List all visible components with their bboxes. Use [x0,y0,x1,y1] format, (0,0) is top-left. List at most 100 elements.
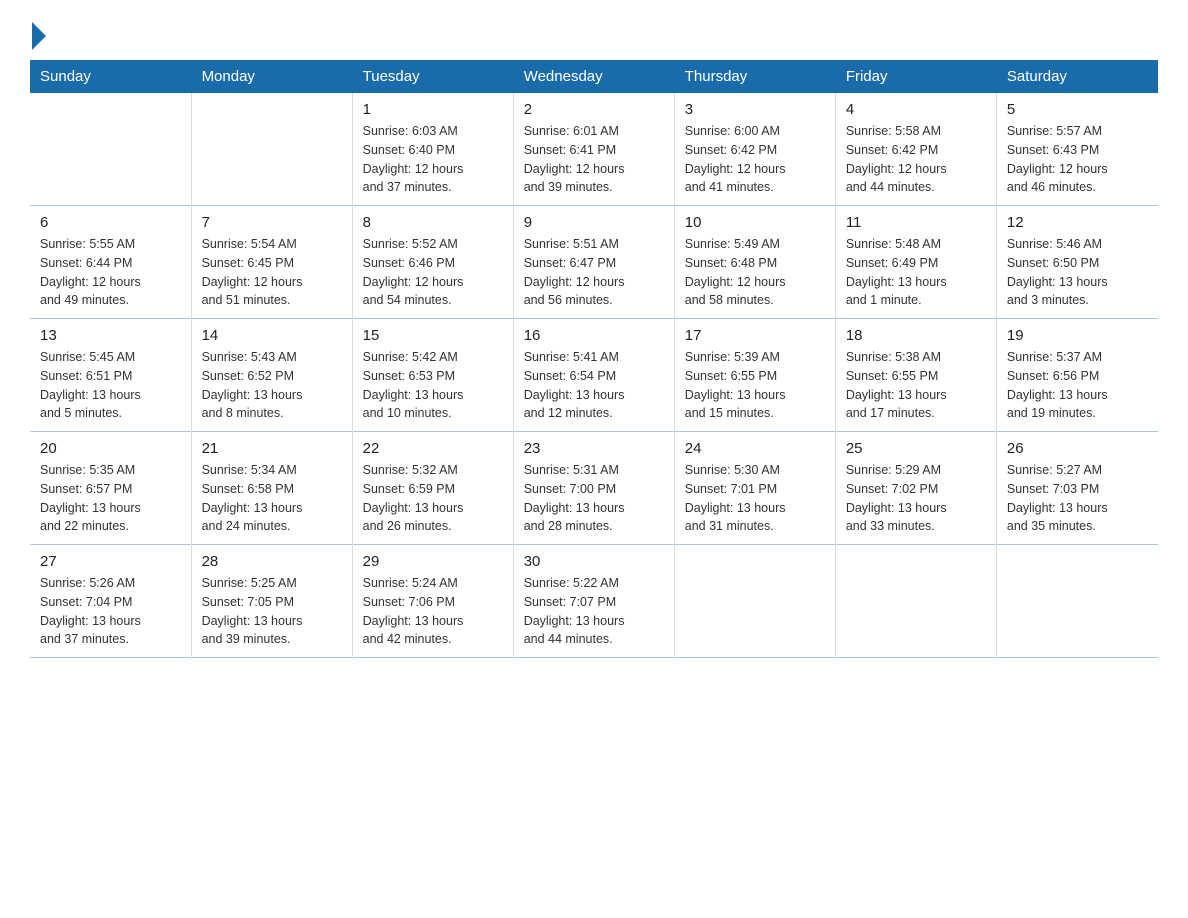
calendar-cell: 12 Sunrise: 5:46 AM Sunset: 6:50 PM Dayli… [996,206,1157,319]
day-number: 3 [685,101,825,118]
day-info: Sunrise: 5:22 AM Sunset: 7:07 PM Dayligh… [524,574,664,649]
calendar-cell: 4 Sunrise: 5:58 AM Sunset: 6:42 PM Daylig… [835,93,996,206]
day-info: Sunrise: 5:31 AM Sunset: 7:00 PM Dayligh… [524,461,664,536]
day-info: Sunrise: 5:24 AM Sunset: 7:06 PM Dayligh… [363,574,503,649]
day-info: Sunrise: 5:45 AM Sunset: 6:51 PM Dayligh… [40,348,181,423]
day-number: 12 [1007,214,1148,231]
day-number: 5 [1007,101,1148,118]
day-info: Sunrise: 6:01 AM Sunset: 6:41 PM Dayligh… [524,122,664,197]
day-number: 8 [363,214,503,231]
weekday-header-wednesday: Wednesday [513,60,674,93]
weekday-header-row: SundayMondayTuesdayWednesdayThursdayFrid… [30,60,1158,93]
day-number: 14 [202,327,342,344]
day-number: 19 [1007,327,1148,344]
day-number: 20 [40,440,181,457]
calendar-cell: 6 Sunrise: 5:55 AM Sunset: 6:44 PM Daylig… [30,206,191,319]
day-info: Sunrise: 5:25 AM Sunset: 7:05 PM Dayligh… [202,574,342,649]
calendar-cell [996,545,1157,658]
logo-triangle-icon [32,22,46,50]
day-info: Sunrise: 5:46 AM Sunset: 6:50 PM Dayligh… [1007,235,1148,310]
calendar-header: SundayMondayTuesdayWednesdayThursdayFrid… [30,60,1158,93]
day-info: Sunrise: 5:38 AM Sunset: 6:55 PM Dayligh… [846,348,986,423]
day-number: 4 [846,101,986,118]
day-number: 9 [524,214,664,231]
day-number: 23 [524,440,664,457]
day-info: Sunrise: 5:58 AM Sunset: 6:42 PM Dayligh… [846,122,986,197]
calendar-cell [835,545,996,658]
calendar-cell: 9 Sunrise: 5:51 AM Sunset: 6:47 PM Daylig… [513,206,674,319]
day-number: 29 [363,553,503,570]
day-number: 13 [40,327,181,344]
calendar-cell: 13 Sunrise: 5:45 AM Sunset: 6:51 PM Dayli… [30,319,191,432]
logo [30,30,46,50]
calendar-cell: 1Sunrise: 6:03 AM Sunset: 6:40 PM Daylig… [352,93,513,206]
day-number: 7 [202,214,342,231]
day-number: 15 [363,327,503,344]
weekday-header-thursday: Thursday [674,60,835,93]
day-info: Sunrise: 6:00 AM Sunset: 6:42 PM Dayligh… [685,122,825,197]
day-info: Sunrise: 5:30 AM Sunset: 7:01 PM Dayligh… [685,461,825,536]
day-number: 16 [524,327,664,344]
page-header [30,20,1158,50]
day-info: Sunrise: 5:51 AM Sunset: 6:47 PM Dayligh… [524,235,664,310]
calendar-cell: 16 Sunrise: 5:41 AM Sunset: 6:54 PM Dayli… [513,319,674,432]
day-info: Sunrise: 5:39 AM Sunset: 6:55 PM Dayligh… [685,348,825,423]
calendar-table: SundayMondayTuesdayWednesdayThursdayFrid… [30,60,1158,658]
day-info: Sunrise: 5:48 AM Sunset: 6:49 PM Dayligh… [846,235,986,310]
calendar-cell [30,93,191,206]
weekday-header-tuesday: Tuesday [352,60,513,93]
day-number: 1 [363,101,503,118]
calendar-cell: 25Sunrise: 5:29 AM Sunset: 7:02 PM Dayli… [835,432,996,545]
day-info: Sunrise: 5:43 AM Sunset: 6:52 PM Dayligh… [202,348,342,423]
day-info: Sunrise: 5:55 AM Sunset: 6:44 PM Dayligh… [40,235,181,310]
calendar-cell: 26 Sunrise: 5:27 AM Sunset: 7:03 PM Dayli… [996,432,1157,545]
calendar-cell: 29 Sunrise: 5:24 AM Sunset: 7:06 PM Dayli… [352,545,513,658]
day-info: Sunrise: 5:34 AM Sunset: 6:58 PM Dayligh… [202,461,342,536]
day-info: Sunrise: 5:27 AM Sunset: 7:03 PM Dayligh… [1007,461,1148,536]
calendar-cell: 14 Sunrise: 5:43 AM Sunset: 6:52 PM Dayli… [191,319,352,432]
calendar-cell: 11 Sunrise: 5:48 AM Sunset: 6:49 PM Dayli… [835,206,996,319]
calendar-week-row: 27 Sunrise: 5:26 AM Sunset: 7:04 PM Dayli… [30,545,1158,658]
calendar-week-row: 20Sunrise: 5:35 AM Sunset: 6:57 PM Dayli… [30,432,1158,545]
day-number: 22 [363,440,503,457]
day-info: Sunrise: 5:32 AM Sunset: 6:59 PM Dayligh… [363,461,503,536]
day-info: Sunrise: 5:42 AM Sunset: 6:53 PM Dayligh… [363,348,503,423]
calendar-cell: 27 Sunrise: 5:26 AM Sunset: 7:04 PM Dayli… [30,545,191,658]
weekday-header-friday: Friday [835,60,996,93]
day-number: 21 [202,440,342,457]
day-number: 24 [685,440,825,457]
day-number: 27 [40,553,181,570]
calendar-cell: 19Sunrise: 5:37 AM Sunset: 6:56 PM Dayli… [996,319,1157,432]
day-number: 28 [202,553,342,570]
calendar-cell: 8 Sunrise: 5:52 AM Sunset: 6:46 PM Daylig… [352,206,513,319]
calendar-cell [191,93,352,206]
day-info: Sunrise: 5:54 AM Sunset: 6:45 PM Dayligh… [202,235,342,310]
weekday-header-monday: Monday [191,60,352,93]
calendar-cell: 20Sunrise: 5:35 AM Sunset: 6:57 PM Dayli… [30,432,191,545]
calendar-cell: 30 Sunrise: 5:22 AM Sunset: 7:07 PM Dayli… [513,545,674,658]
day-info: Sunrise: 5:26 AM Sunset: 7:04 PM Dayligh… [40,574,181,649]
weekday-header-saturday: Saturday [996,60,1157,93]
day-number: 26 [1007,440,1148,457]
day-info: Sunrise: 5:52 AM Sunset: 6:46 PM Dayligh… [363,235,503,310]
day-number: 11 [846,214,986,231]
calendar-cell: 2Sunrise: 6:01 AM Sunset: 6:41 PM Daylig… [513,93,674,206]
day-number: 6 [40,214,181,231]
day-info: Sunrise: 5:49 AM Sunset: 6:48 PM Dayligh… [685,235,825,310]
calendar-cell: 15 Sunrise: 5:42 AM Sunset: 6:53 PM Dayli… [352,319,513,432]
calendar-cell [674,545,835,658]
day-number: 18 [846,327,986,344]
calendar-cell: 23 Sunrise: 5:31 AM Sunset: 7:00 PM Dayli… [513,432,674,545]
calendar-cell: 24 Sunrise: 5:30 AM Sunset: 7:01 PM Dayli… [674,432,835,545]
calendar-cell: 17 Sunrise: 5:39 AM Sunset: 6:55 PM Dayli… [674,319,835,432]
day-number: 25 [846,440,986,457]
calendar-cell: 7 Sunrise: 5:54 AM Sunset: 6:45 PM Daylig… [191,206,352,319]
weekday-header-sunday: Sunday [30,60,191,93]
day-number: 30 [524,553,664,570]
calendar-week-row: 6 Sunrise: 5:55 AM Sunset: 6:44 PM Daylig… [30,206,1158,319]
calendar-cell: 10Sunrise: 5:49 AM Sunset: 6:48 PM Dayli… [674,206,835,319]
day-number: 17 [685,327,825,344]
calendar-cell: 22 Sunrise: 5:32 AM Sunset: 6:59 PM Dayli… [352,432,513,545]
calendar-cell: 21 Sunrise: 5:34 AM Sunset: 6:58 PM Dayli… [191,432,352,545]
day-info: Sunrise: 5:41 AM Sunset: 6:54 PM Dayligh… [524,348,664,423]
